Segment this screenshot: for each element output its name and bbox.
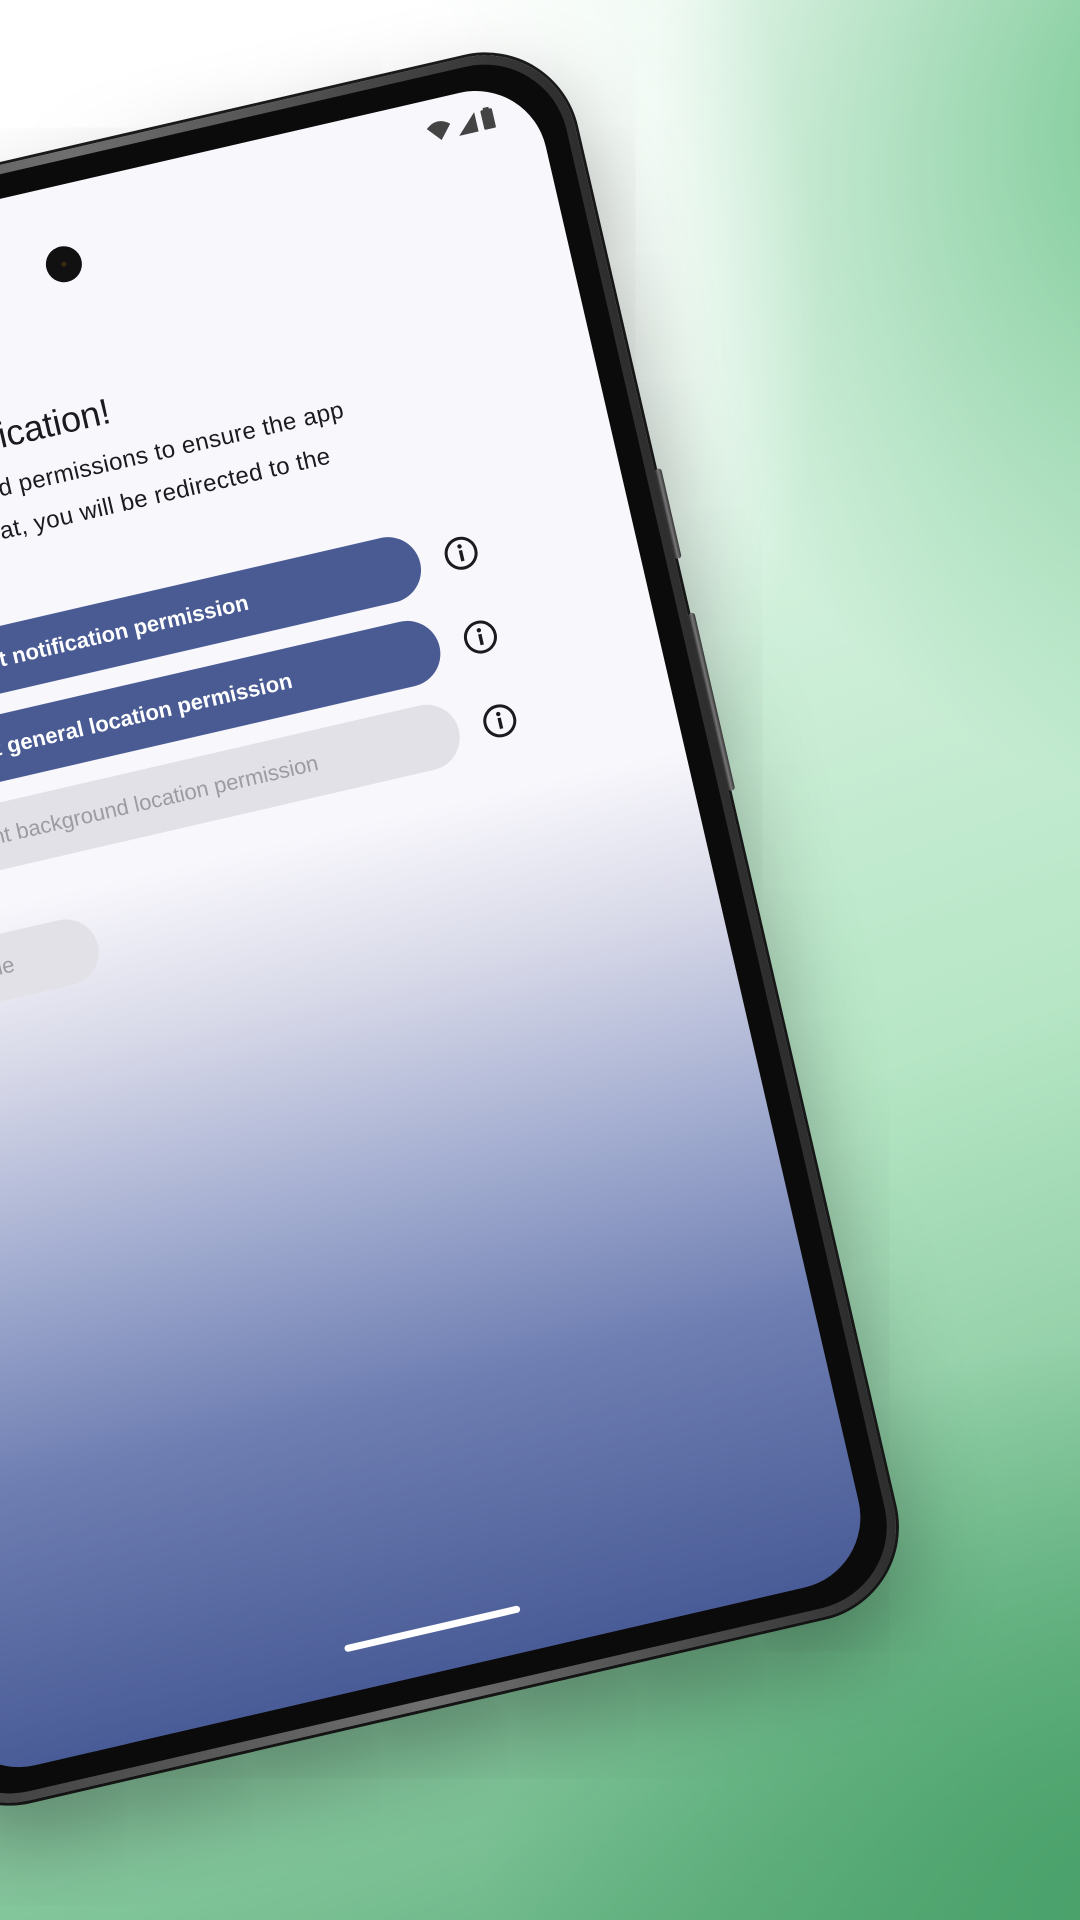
phone-mockup: Welcome to Geofication! Please grant the…	[0, 37, 915, 1821]
phone-frame: Welcome to Geofication! Please grant the…	[0, 37, 915, 1821]
info-icon[interactable]	[478, 699, 521, 742]
signal-icon	[455, 112, 480, 141]
info-icon[interactable]	[459, 615, 502, 658]
phone-bezel: Welcome to Geofication! Please grant the…	[0, 47, 904, 1811]
phone-screen: Welcome to Geofication! Please grant the…	[0, 76, 875, 1782]
wifi-icon	[425, 118, 454, 148]
gesture-navigation-bar[interactable]	[343, 1605, 521, 1653]
continue-button[interactable]: Continue	[0, 912, 106, 1036]
info-icon[interactable]	[440, 532, 483, 575]
battery-icon	[480, 106, 498, 135]
status-bar	[425, 106, 497, 148]
front-camera	[42, 242, 86, 286]
